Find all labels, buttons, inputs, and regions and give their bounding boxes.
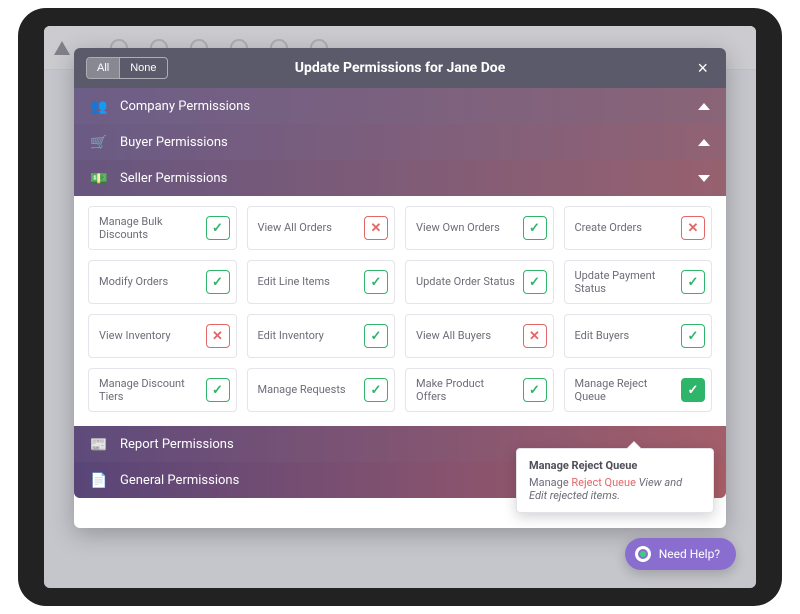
- users-icon: 👥: [90, 98, 108, 115]
- permission-item: Edit Line Items✓: [247, 260, 396, 304]
- permission-tooltip: Manage Reject Queue Manage Reject Queue …: [516, 448, 714, 513]
- company-permissions-header[interactable]: 👥 Company Permissions: [74, 88, 726, 124]
- permission-item: View All Buyers✕: [405, 314, 554, 358]
- permission-label: Edit Line Items: [258, 275, 365, 288]
- permission-toggle-on[interactable]: ✓: [523, 270, 547, 294]
- permission-item: View Own Orders✓: [405, 206, 554, 250]
- permission-item: View All Orders✕: [247, 206, 396, 250]
- permission-label: View Own Orders: [416, 221, 523, 234]
- permission-item: Manage Reject Queue✓: [564, 368, 713, 412]
- permission-toggle-off[interactable]: ✕: [364, 216, 388, 240]
- permission-item: Edit Buyers✓: [564, 314, 713, 358]
- permission-label: Update Payment Status: [575, 269, 682, 295]
- permission-toggle-on[interactable]: ✓: [681, 378, 705, 402]
- permission-label: Make Product Offers: [416, 377, 523, 403]
- section-label: Report Permissions: [120, 437, 234, 452]
- permission-label: Modify Orders: [99, 275, 206, 288]
- select-all-none-toggle: All None: [86, 57, 168, 79]
- seller-permissions-grid: Manage Bulk Discounts✓View All Orders✕Vi…: [74, 196, 726, 426]
- chevron-down-icon: [698, 175, 710, 182]
- tooltip-highlight: Reject Queue: [571, 476, 636, 489]
- report-icon: 📰: [90, 436, 108, 453]
- tablet-frame: Keala Ferreira Admin All None Update Per…: [18, 8, 782, 606]
- permission-item: Manage Discount Tiers✓: [88, 368, 237, 412]
- permission-label: Edit Inventory: [258, 329, 365, 342]
- permission-item: Create Orders✕: [564, 206, 713, 250]
- permission-label: View All Buyers: [416, 329, 523, 342]
- permission-label: View Inventory: [99, 329, 206, 342]
- need-help-label: Need Help?: [659, 547, 720, 561]
- permission-toggle-on[interactable]: ✓: [364, 378, 388, 402]
- cart-icon: 🛒: [90, 134, 108, 151]
- permission-item: Update Payment Status✓: [564, 260, 713, 304]
- modal-title: Update Permissions for Jane Doe: [74, 60, 726, 76]
- permissions-modal: All None Update Permissions for Jane Doe…: [74, 48, 726, 528]
- buyer-permissions-header[interactable]: 🛒 Buyer Permissions: [74, 124, 726, 160]
- permission-label: Manage Bulk Discounts: [99, 215, 206, 241]
- section-label: Seller Permissions: [120, 171, 227, 186]
- select-all-button[interactable]: All: [87, 58, 119, 78]
- section-label: Company Permissions: [120, 99, 250, 114]
- document-icon: 📄: [90, 472, 108, 489]
- screen: Keala Ferreira Admin All None Update Per…: [44, 26, 756, 588]
- tooltip-title: Manage Reject Queue: [529, 459, 701, 472]
- permission-label: Manage Discount Tiers: [99, 377, 206, 403]
- permission-toggle-on[interactable]: ✓: [523, 378, 547, 402]
- money-icon: 💵: [90, 170, 108, 187]
- permission-item: Modify Orders✓: [88, 260, 237, 304]
- permission-item: Manage Bulk Discounts✓: [88, 206, 237, 250]
- status-dot-icon: [635, 546, 651, 562]
- permission-label: Create Orders: [575, 221, 682, 234]
- chevron-up-icon: [698, 103, 710, 110]
- chevron-up-icon: [698, 139, 710, 146]
- permission-toggle-off[interactable]: ✕: [206, 324, 230, 348]
- permission-label: Update Order Status: [416, 275, 523, 288]
- permission-toggle-on[interactable]: ✓: [364, 324, 388, 348]
- permission-toggle-on[interactable]: ✓: [681, 270, 705, 294]
- permission-label: Manage Reject Queue: [575, 377, 682, 403]
- permission-toggle-on[interactable]: ✓: [206, 378, 230, 402]
- permission-toggle-on[interactable]: ✓: [206, 216, 230, 240]
- section-label: Buyer Permissions: [120, 135, 228, 150]
- permission-label: View All Orders: [258, 221, 365, 234]
- select-none-button[interactable]: None: [119, 58, 166, 78]
- permission-toggle-off[interactable]: ✕: [523, 324, 547, 348]
- section-label: General Permissions: [120, 473, 239, 488]
- permission-toggle-on[interactable]: ✓: [681, 324, 705, 348]
- tooltip-body: Manage Reject Queue View and Edit reject…: [529, 476, 701, 502]
- permission-toggle-off[interactable]: ✕: [681, 216, 705, 240]
- close-button[interactable]: ×: [691, 55, 714, 81]
- permission-label: Manage Requests: [258, 383, 365, 396]
- need-help-button[interactable]: Need Help?: [625, 538, 736, 570]
- permission-item: Edit Inventory✓: [247, 314, 396, 358]
- seller-permissions-header[interactable]: 💵 Seller Permissions: [74, 160, 726, 196]
- close-icon: ×: [697, 58, 708, 78]
- modal-header: All None Update Permissions for Jane Doe…: [74, 48, 726, 88]
- permission-toggle-on[interactable]: ✓: [364, 270, 388, 294]
- permission-item: View Inventory✕: [88, 314, 237, 358]
- permission-item: Update Order Status✓: [405, 260, 554, 304]
- permission-toggle-on[interactable]: ✓: [523, 216, 547, 240]
- permission-item: Manage Requests✓: [247, 368, 396, 412]
- permission-label: Edit Buyers: [575, 329, 682, 342]
- permission-item: Make Product Offers✓: [405, 368, 554, 412]
- permission-toggle-on[interactable]: ✓: [206, 270, 230, 294]
